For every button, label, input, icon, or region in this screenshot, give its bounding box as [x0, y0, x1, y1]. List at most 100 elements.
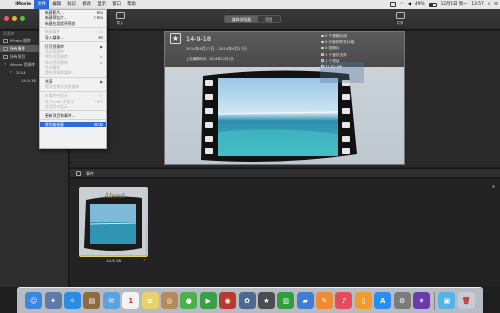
menu-item-label: 将项目拷贝到资源库 — [45, 84, 80, 90]
menu-separator — [40, 119, 106, 121]
sidebar-item-label: iMovie 资源库 — [10, 62, 35, 67]
projects-icon — [3, 55, 8, 59]
sidebar-item-label: 2014 — [16, 70, 26, 75]
menu-item-label: 新建应用程序预览 — [45, 20, 76, 26]
menu-item-label: 更新项目和事件... — [45, 112, 76, 118]
menu-item-label: 导入媒体... — [45, 34, 64, 40]
dock-notes-icon[interactable]: ≡ — [141, 292, 159, 309]
clock-icon — [321, 40, 324, 44]
volume-icon[interactable]: ◀ — [408, 0, 411, 9]
menu-item-label: 打开资源库 — [45, 43, 64, 49]
menu-modify[interactable]: 修改 — [79, 0, 94, 9]
menu-file[interactable]: 文件 — [34, 0, 50, 9]
menu-item-shortcut: ⌘I — [98, 34, 103, 40]
menu-item-label: 在事件中显示 — [45, 93, 68, 99]
file-menu-dropdown: 新建影片... ⌘N 新建预告片... ⇧⌘N 新建应用程序预览 新建事件 ⌥N 导入媒体..… — [39, 9, 107, 149]
dock-contacts-icon[interactable]: ◎ — [160, 292, 178, 309]
dock-launchpad-icon[interactable]: ✦ — [44, 292, 62, 309]
dock-photo-booth-icon[interactable]: ◉ — [219, 292, 237, 309]
file-menu-item: 在项目中显示 — [40, 104, 106, 109]
dock-safari-icon[interactable]: ✧ — [63, 292, 81, 309]
menu-help[interactable]: 帮助 — [124, 0, 139, 9]
menu-bar: iMovie 文件 编辑 标记 修改 显示 窗口 帮助 ◠ ◀ 49% 12月1… — [0, 0, 500, 9]
stat-size: 31.62 MB — [321, 64, 354, 70]
display-icon[interactable] — [389, 2, 396, 7]
close-button[interactable] — [4, 16, 9, 21]
scroll-up-icon[interactable]: ▲ — [492, 183, 496, 188]
view-switcher: 媒体浏览器 项目 — [224, 15, 281, 23]
menu-mark[interactable]: 标记 — [64, 0, 79, 9]
menu-item-label: 拷贝到资源库 — [45, 54, 68, 60]
menu-edit[interactable]: 编辑 — [49, 0, 64, 9]
dock-preview-icon[interactable]: ▤ — [83, 292, 101, 309]
svg-text:About: About — [103, 192, 125, 200]
sidebar-item-label: 所有事件 — [10, 46, 26, 51]
wifi-icon[interactable]: ◠ — [400, 0, 404, 9]
event-thumbnail-image: About — [80, 188, 146, 255]
share-button[interactable]: 共享 — [393, 12, 407, 25]
sidebar-item-label: 所有项目 — [10, 54, 26, 59]
project-icon — [321, 59, 324, 62]
dock-system-preferences-icon[interactable]: ⚙ — [393, 292, 411, 309]
menu-imovie[interactable]: iMovie — [12, 0, 34, 9]
dock-messages-icon[interactable]: ● — [180, 292, 198, 309]
event-title: 14-9-18 — [186, 35, 211, 43]
file-menu-item[interactable]: 新建应用程序预览 — [40, 21, 106, 26]
menu-item-label: 新建事件 — [45, 29, 61, 35]
menu-item-label: 移到废纸篓 — [45, 121, 64, 127]
clock-date[interactable]: 12月1日 周一 — [441, 0, 468, 9]
dock-mail-icon[interactable]: ✉ — [102, 292, 120, 309]
import-label: 导入 — [116, 21, 124, 25]
menu-item-label: 关闭资源库 — [45, 48, 64, 54]
star-icon[interactable]: ★ — [170, 33, 181, 44]
event-date-range: 2014年9月17日 – 2014年9月17日 — [186, 46, 247, 51]
menu-view[interactable]: 显示 — [94, 0, 109, 9]
dock-ibooks-icon[interactable]: ▯ — [354, 292, 372, 309]
dock-finder-icon[interactable]: ☺ — [25, 292, 43, 309]
music-icon — [321, 53, 324, 56]
tab-projects[interactable]: 项目 — [257, 16, 280, 22]
disclosure-triangle-icon[interactable]: ▾ — [5, 61, 7, 68]
sidebar-item-label: iPhoto 图库 — [10, 38, 31, 43]
sidebar-item-label: 14-9-18 — [21, 78, 36, 83]
dock-imovie-icon[interactable]: ★ — [257, 292, 275, 309]
dock-facetime-icon[interactable]: ▶ — [199, 292, 217, 309]
dock-final-cut-icon[interactable]: ✶ — [413, 292, 431, 309]
dock-pages-icon[interactable]: ✎ — [316, 292, 334, 309]
dock-itunes-icon[interactable]: ♪ — [335, 292, 353, 309]
file-menu-item[interactable]: 更新项目和事件... — [40, 113, 106, 118]
zoom-button[interactable] — [20, 16, 25, 21]
event-updated: 上次编辑时间：2014年12月1日 — [186, 57, 234, 61]
file-menu-item[interactable]: 移到废纸篓 ⌘⌫ — [40, 121, 106, 127]
events-grid-icon[interactable] — [76, 171, 81, 176]
video-icon — [321, 34, 324, 37]
spotlight-icon[interactable]: ⌕ — [488, 0, 490, 9]
share-label: 共享 — [396, 21, 404, 25]
disk-icon — [321, 65, 324, 68]
import-button[interactable]: 导入 — [113, 12, 127, 25]
notification-center-icon[interactable]: ☰ — [494, 0, 498, 9]
menu-separator — [40, 27, 106, 29]
import-icon — [115, 12, 125, 19]
dock-downloads-icon[interactable]: ▣ — [438, 292, 456, 309]
menu-item-label: 在 Finder 中显示 — [45, 98, 75, 104]
dock-trash-icon[interactable]: 🗑 — [457, 292, 475, 309]
dock: ☺ ✦ ✧ ▤ ✉ 1 ≡ ◎ ● ▶ ◉ ✿ ★ ▥ ▰ ✎ ♪ ▯ A ⚙ ✶ ▣ 🗑 — [17, 287, 483, 313]
dock-iphoto-icon[interactable]: ✿ — [238, 292, 256, 309]
clock-time[interactable]: 13:57 — [471, 0, 483, 9]
dock-numbers-icon[interactable]: ▥ — [277, 292, 295, 309]
dock-keynote-icon[interactable]: ▰ — [296, 292, 314, 309]
events-icon — [3, 47, 8, 51]
dock-calendar-icon[interactable]: 1 — [122, 292, 140, 309]
dock-app-store-icon[interactable]: A — [374, 292, 392, 309]
event-item-count: 1 — [143, 258, 146, 262]
menu-window[interactable]: 窗口 — [109, 0, 124, 9]
file-menu-item[interactable]: 导入媒体... ⌘I — [40, 35, 106, 40]
disclosure-triangle-icon[interactable]: ▾ — [10, 69, 12, 76]
battery-percent: 49% — [415, 2, 425, 7]
menu-separator — [40, 41, 106, 43]
tab-media-browser[interactable]: 媒体浏览器 — [225, 16, 258, 22]
minimize-button[interactable] — [12, 16, 17, 21]
event-thumbnail[interactable]: About — [79, 187, 148, 257]
battery-icon[interactable] — [428, 2, 437, 7]
